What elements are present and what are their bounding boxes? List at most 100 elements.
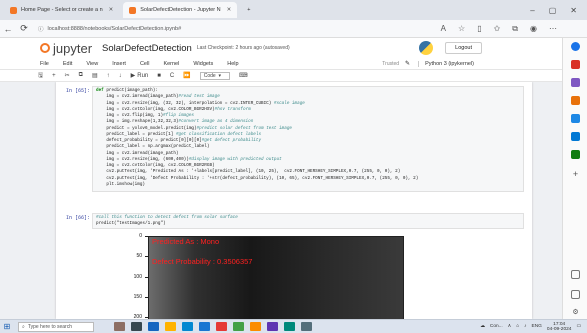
edit-pencil-icon[interactable]: ✎	[405, 60, 410, 67]
windows-taskbar: ⊞ ⌕ Type here to search ☁ Con... ∧ ⌂ ♪ E…	[0, 319, 587, 333]
cell-type-select[interactable]: Code ▾	[199, 71, 230, 80]
settings-gear-icon[interactable]: ⚙	[571, 308, 580, 317]
y-tick-mark	[145, 277, 148, 278]
taskbar-app-icon[interactable]	[114, 322, 125, 331]
tools-icon[interactable]	[571, 78, 580, 87]
open-external-icon[interactable]	[571, 290, 580, 299]
taskbar-app-icon[interactable]	[301, 322, 312, 331]
code-editor[interactable]: def predict(image_path): img = cv2.imrea…	[92, 86, 524, 192]
url-text: localhost:8888/notebooks/SolarDefectDete…	[47, 25, 182, 32]
url-field[interactable]: ⓘ localhost:8888/notebooks/SolarDefectDe…	[38, 23, 418, 35]
jupyter-logo-text: jupyter	[53, 40, 93, 56]
taskbar-app-icon[interactable]	[148, 322, 159, 331]
profile-icon[interactable]: ◉	[530, 24, 537, 34]
close-window-icon[interactable]: ✕	[570, 6, 577, 15]
paste-icon[interactable]: ▤	[92, 72, 98, 79]
language-indicator[interactable]: ENG	[532, 324, 542, 329]
shopping-icon[interactable]	[571, 60, 580, 69]
games-icon[interactable]	[571, 96, 580, 105]
tab-notebook[interactable]: SolarDefectDetection - Jupyter N ✕	[123, 2, 238, 18]
jupyter-logo[interactable]: jupyter	[40, 41, 92, 56]
taskbar-search[interactable]: ⌕ Type here to search	[18, 321, 94, 332]
maximize-icon[interactable]: ▢	[549, 6, 557, 15]
notebook-area: In [65]: def predict(image_path): img = …	[0, 82, 562, 319]
close-tab-icon[interactable]: ✕	[109, 7, 114, 13]
edge-icon[interactable]	[182, 322, 193, 331]
logout-button[interactable]: Logout	[445, 42, 482, 54]
split-screen-icon[interactable]: ▯	[477, 24, 481, 34]
code-editor[interactable]: #call this function to detect defect fro…	[92, 213, 524, 229]
menu-file[interactable]: File	[40, 61, 49, 67]
tab-home-page[interactable]: Home Page - Select or create a n ✕	[4, 2, 119, 18]
cell-prompt: In [66]:	[66, 215, 91, 221]
y-tick-mark	[145, 236, 148, 237]
taskbar-app-icon[interactable]	[284, 322, 295, 331]
taskbar-app-icon[interactable]	[131, 322, 142, 331]
favorite-icon[interactable]: ☆	[458, 24, 465, 34]
menu-edit[interactable]: Edit	[63, 61, 72, 67]
taskbar-clock[interactable]: 17:04 04-09-2024	[547, 322, 572, 332]
taskbar-app-icon[interactable]	[216, 322, 227, 331]
move-up-icon[interactable]: ↑	[107, 73, 110, 79]
copilot-icon[interactable]	[571, 42, 580, 51]
browser-sidebar: + ⚙	[562, 38, 587, 319]
taskbar-apps	[114, 322, 312, 331]
code-cell-65[interactable]: In [65]: def predict(image_path): img = …	[62, 86, 524, 194]
solar-panel-image	[148, 236, 404, 319]
refresh-icon[interactable]: ⟳	[16, 23, 32, 34]
menu-widgets[interactable]: Widgets	[193, 61, 213, 67]
notifications-icon[interactable]: ▭	[576, 324, 581, 329]
add-sidebar-icon[interactable]: +	[571, 170, 580, 179]
browser-tab-bar: Home Page - Select or create a n ✕ Solar…	[0, 0, 587, 20]
info-icon: ⓘ	[38, 26, 44, 33]
interrupt-icon[interactable]: ■	[157, 73, 161, 79]
trusted-indicator[interactable]: Trusted	[382, 61, 399, 67]
network-icon[interactable]: ⌂	[516, 324, 519, 329]
menu-cell[interactable]: Cell	[140, 61, 149, 67]
file-explorer-icon[interactable]	[165, 322, 176, 331]
menu-help[interactable]: Help	[227, 61, 238, 67]
taskbar-app-icon[interactable]	[233, 322, 244, 331]
weather-icon[interactable]: ☁	[480, 324, 485, 329]
excel-icon[interactable]	[571, 150, 580, 159]
notebook-title[interactable]: SolarDefectDetection	[102, 43, 192, 54]
volume-icon[interactable]: ♪	[524, 324, 526, 329]
menu-kernel[interactable]: Kernel	[163, 61, 179, 67]
taskbar-app-icon[interactable]	[250, 322, 261, 331]
windows-start-icon[interactable]: ⊞	[0, 322, 14, 331]
new-tab-button[interactable]: +	[241, 2, 256, 18]
move-down-icon[interactable]: ↓	[119, 73, 122, 79]
outlook-icon[interactable]	[571, 132, 580, 141]
cut-icon[interactable]: ✂	[65, 72, 70, 79]
y-tick-label: 150	[133, 294, 142, 300]
taskbar-app-icon[interactable]	[267, 322, 278, 331]
close-tab-icon[interactable]: ✕	[227, 7, 232, 13]
jupyter-favicon-icon	[129, 6, 137, 14]
collections-icon[interactable]: ⧉	[512, 24, 518, 34]
tab-home-label: Home Page - Select or create a n	[21, 7, 103, 13]
restart-icon[interactable]: C	[170, 73, 174, 79]
menu-view[interactable]: View	[86, 61, 98, 67]
favorites-icon[interactable]: ✩	[494, 24, 501, 34]
tray-chevron-icon[interactable]: ∧	[508, 324, 512, 329]
tray-status-text[interactable]: Con...	[490, 324, 503, 329]
more-icon[interactable]: ⋯	[549, 24, 557, 34]
save-icon[interactable]: 🖫	[38, 71, 43, 81]
taskbar-app-icon[interactable]	[199, 322, 210, 331]
insert-cell-icon[interactable]: +	[52, 73, 56, 79]
office-icon[interactable]	[571, 114, 580, 123]
sidebar-panel-icon[interactable]	[571, 270, 580, 279]
menu-insert[interactable]: Insert	[112, 61, 126, 67]
run-button[interactable]: ▶ Run	[131, 72, 149, 80]
y-tick-mark	[145, 297, 148, 298]
code-cell-66[interactable]: In [66]: #call this function to detect d…	[62, 213, 524, 229]
back-icon[interactable]: ←	[0, 24, 16, 34]
kernel-indicator[interactable]: Python 3 (ipykernel)	[418, 60, 474, 67]
restart-run-all-icon[interactable]: ⏩	[183, 72, 190, 79]
notebook-page: In [65]: def predict(image_path): img = …	[56, 82, 532, 319]
y-tick-label: 50	[136, 253, 142, 259]
minimize-icon[interactable]: –	[530, 6, 534, 15]
command-palette-icon[interactable]: ⌨	[239, 72, 248, 79]
read-aloud-icon[interactable]: A	[441, 24, 446, 34]
copy-icon[interactable]: ⧉	[79, 72, 83, 79]
